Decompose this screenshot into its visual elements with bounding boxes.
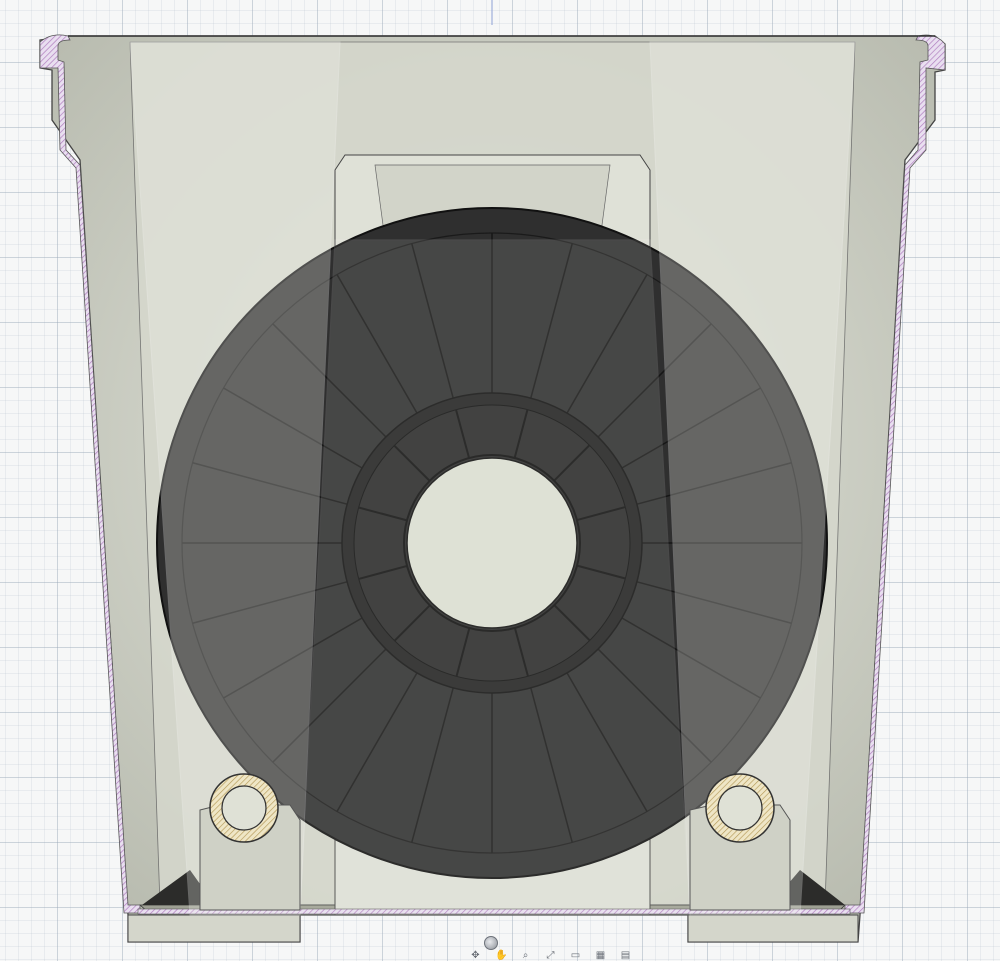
pan-icon[interactable]: ✋ [495, 951, 507, 961]
viewports-icon[interactable]: ▤ [620, 951, 631, 961]
orbit-icon[interactable]: ✥ [470, 951, 481, 961]
navigation-toolbar: ✥ ✋ ⌕ ⤢ ▭ ▦ ▤ [470, 951, 670, 961]
model-section-view [39, 0, 946, 943]
zoom-icon[interactable]: ⌕ [520, 951, 531, 961]
origin-point[interactable] [484, 936, 498, 950]
fit-icon[interactable]: ⤢ [545, 951, 556, 961]
cad-viewport[interactable]: ✥ ✋ ⌕ ⤢ ▭ ▦ ▤ [0, 0, 1000, 961]
grid-settings-icon[interactable]: ▦ [595, 951, 606, 961]
display-settings-icon[interactable]: ▭ [570, 951, 581, 961]
